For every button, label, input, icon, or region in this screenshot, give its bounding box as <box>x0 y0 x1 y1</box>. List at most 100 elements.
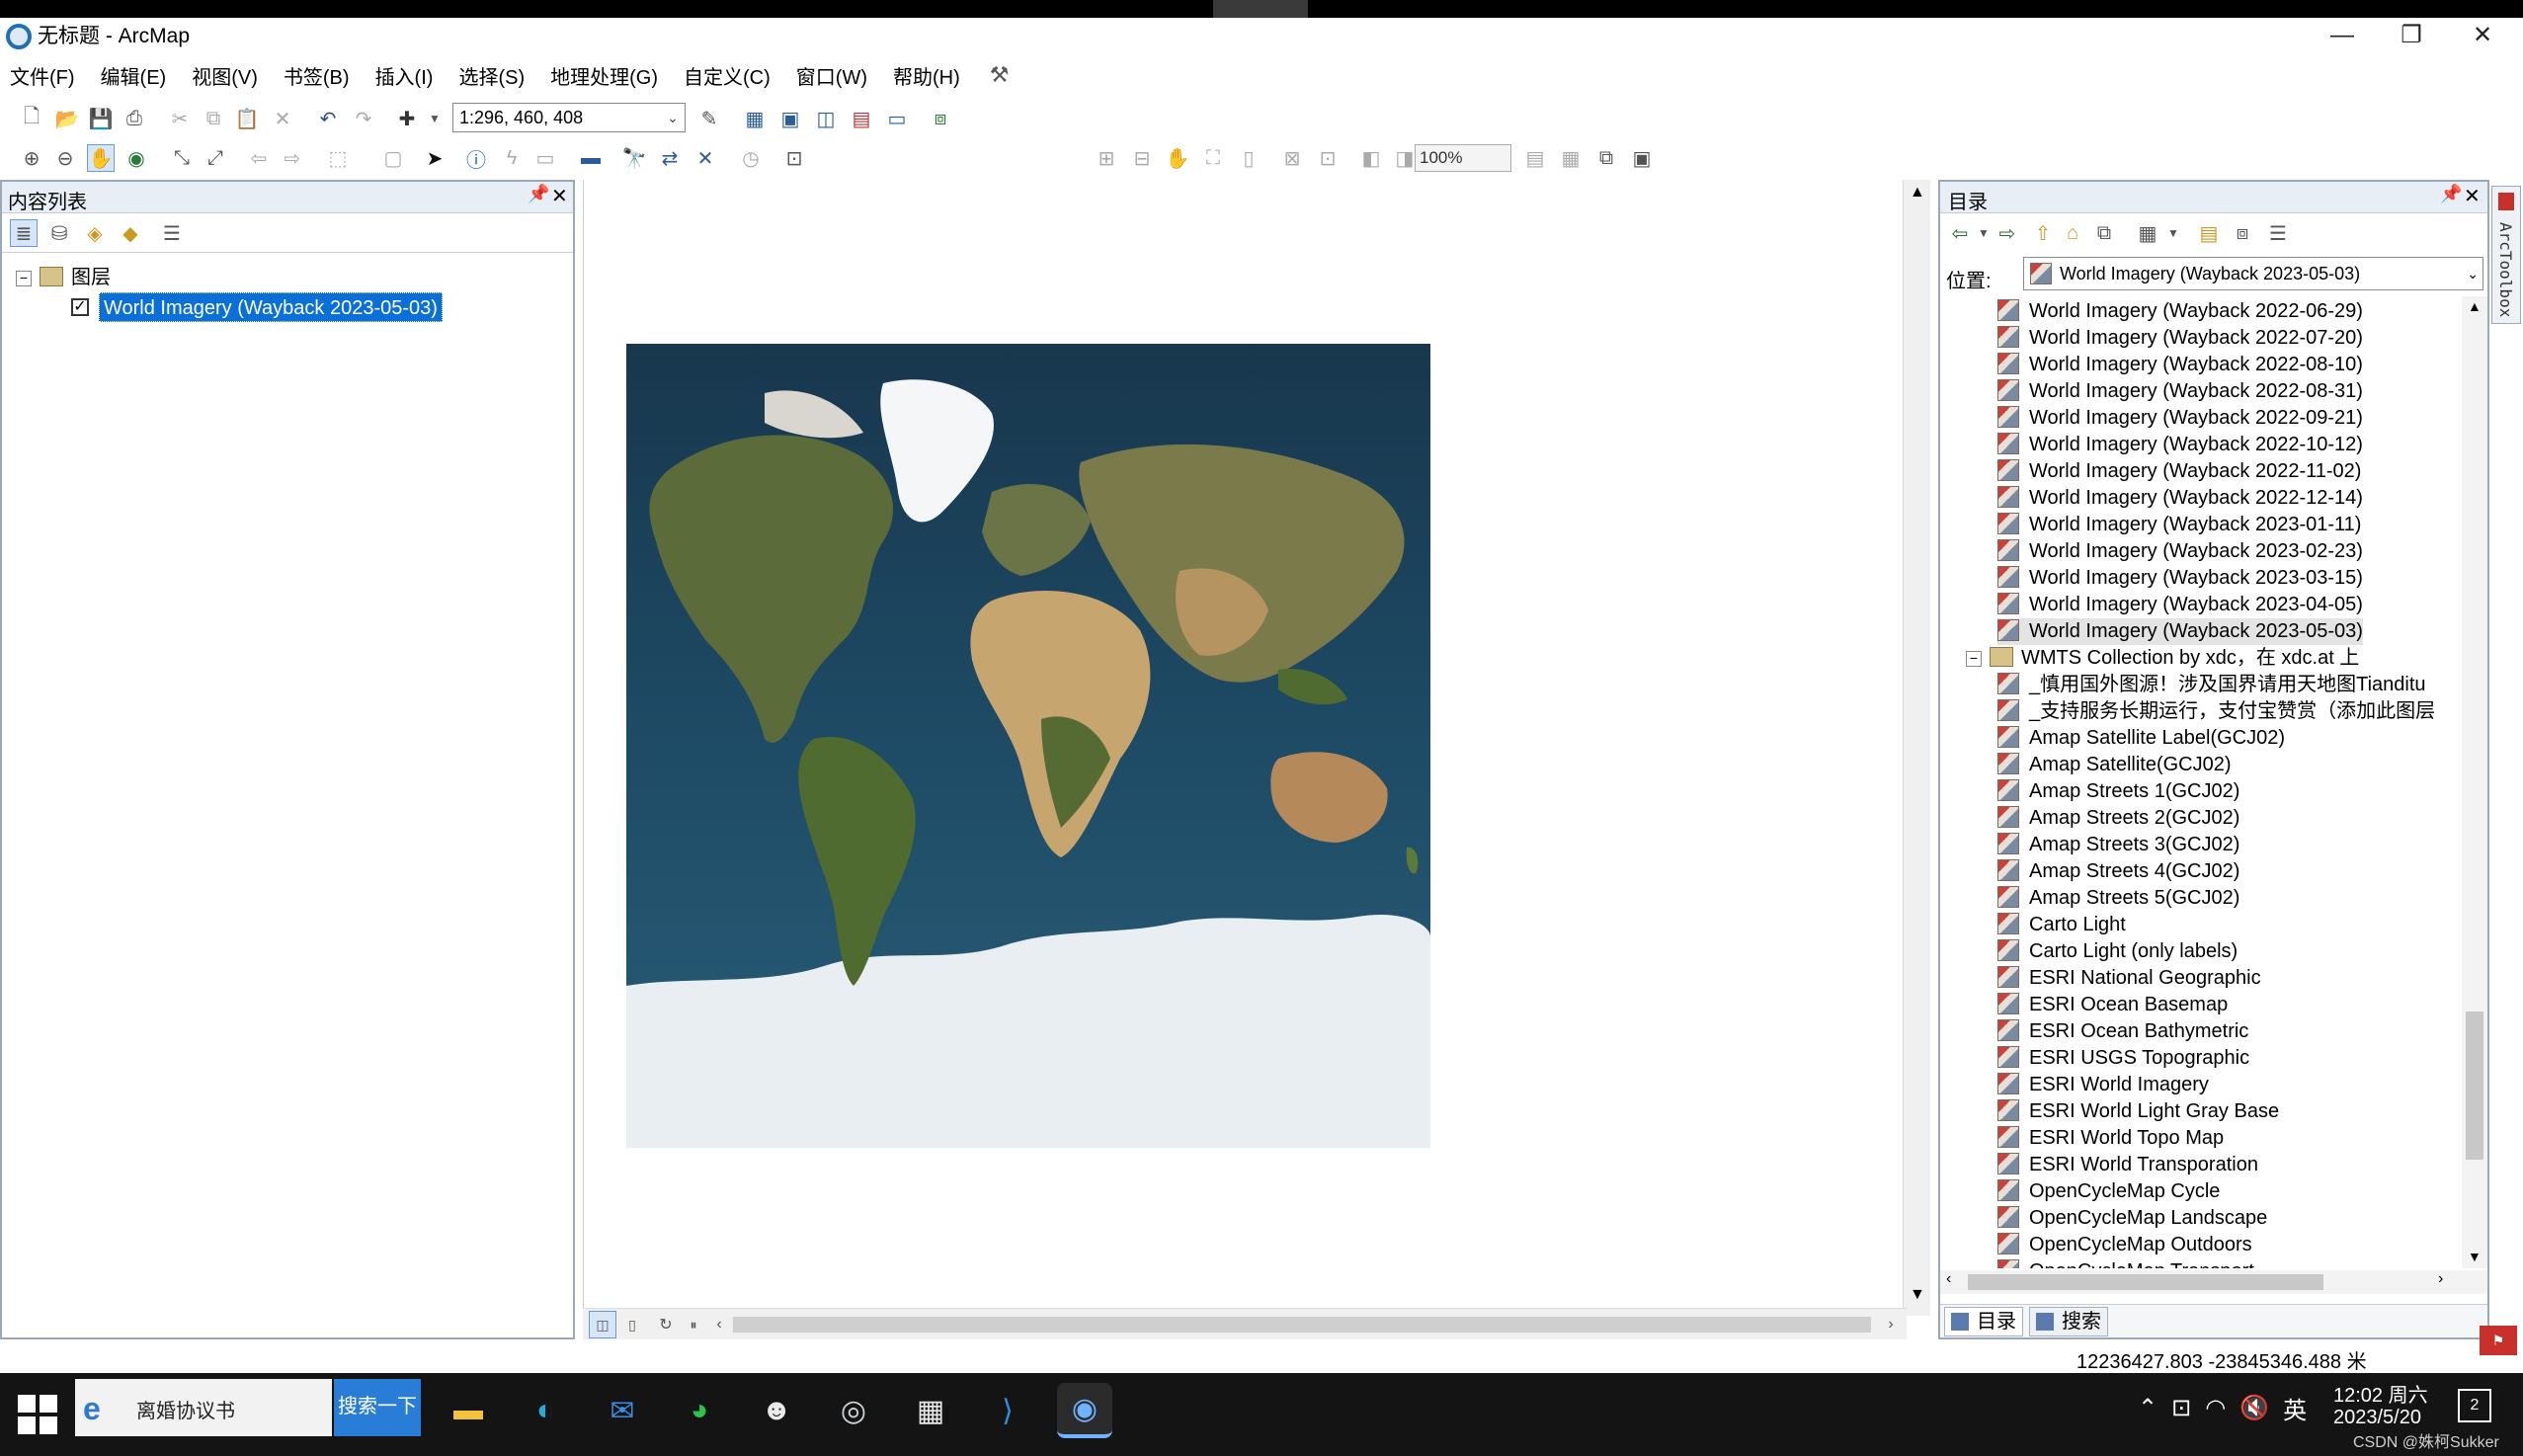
forward-icon[interactable]: ⇨ <box>1994 219 2021 247</box>
find-icon[interactable]: 🔭 <box>620 144 648 172</box>
tree-item[interactable]: World Imagery (Wayback 2022-10-12) <box>1997 432 2363 458</box>
connect-folder-icon[interactable]: ⧉ <box>2090 219 2118 247</box>
menu-geoprocessing[interactable]: 地理处理(G) <box>550 61 658 90</box>
tab-catalog[interactable]: 目录 <box>1944 1307 2023 1336</box>
pin-icon[interactable]: 📌 <box>2440 184 2462 204</box>
collapse-icon[interactable]: − <box>1966 651 1982 667</box>
views-dropdown-icon[interactable]: ▼ <box>2159 219 2187 247</box>
redo-icon[interactable]: ↷ <box>350 105 377 132</box>
map-horizontal-scroll-thumb[interactable] <box>733 1317 1871 1333</box>
tree-item[interactable]: World Imagery (Wayback 2023-04-05) <box>1997 592 2363 618</box>
volume-muted-icon[interactable]: 🔇 <box>2239 1394 2269 1422</box>
layout-zoom-in-icon[interactable]: ⊞ <box>1093 144 1120 172</box>
catalog-tree[interactable]: World Imagery (Wayback 2022-06-29) World… <box>1940 296 2462 1268</box>
tree-item[interactable]: ESRI World Light Gray Base <box>1997 1098 2279 1125</box>
menu-windows[interactable]: 窗口(W) <box>796 61 867 90</box>
chevron-down-icon[interactable]: ⌄ <box>663 106 683 129</box>
list-by-visibility-icon[interactable]: ◈ <box>81 219 109 247</box>
html-popup-icon[interactable]: ▭ <box>531 144 559 172</box>
minimize-button[interactable]: — <box>2308 18 2377 55</box>
tree-item[interactable]: World Imagery (Wayback 2023-03-15) <box>1997 565 2363 592</box>
tree-item[interactable]: Amap Streets 3(GCJ02) <box>1997 832 2239 858</box>
tab-search[interactable]: 搜索 <box>2029 1307 2108 1336</box>
search-window-icon[interactable]: ◫ <box>812 105 840 132</box>
close-button[interactable]: ✕ <box>2448 18 2517 55</box>
fixed-zoom-out-icon[interactable]: ⤢ <box>202 144 229 172</box>
tree-item[interactable]: ESRI Ocean Bathymetric <box>1997 1018 2248 1045</box>
network-icon[interactable]: ⊡ <box>2171 1394 2191 1422</box>
vscode-icon[interactable]: ⟩ <box>980 1383 1035 1438</box>
chevron-up-icon[interactable]: ⌃ <box>2138 1394 2157 1422</box>
model-builder-icon[interactable]: ⧈ <box>927 105 954 132</box>
location-input[interactable]: World Imagery (Wayback 2023-05-03) ⌄ <box>2023 257 2483 290</box>
tree-item[interactable]: ESRI World Imagery <box>1997 1072 2209 1098</box>
clock-date[interactable]: 2023/5/20 <box>2333 1407 2421 1429</box>
scroll-up-icon[interactable]: ▲ <box>2468 298 2482 314</box>
catalog-window-icon[interactable]: ▣ <box>776 105 804 132</box>
full-extent-icon[interactable]: ◉ <box>122 144 150 172</box>
tree-collection[interactable]: − WMTS Collection by xdc，在 xdc.at 上 <box>1966 645 2359 672</box>
tree-item[interactable]: Carto Light <box>1997 912 2126 938</box>
select-features-icon[interactable]: ⬚ <box>324 144 352 172</box>
pause-drawing-icon[interactable]: ⏸ <box>680 1311 707 1338</box>
tree-item[interactable]: World Imagery (Wayback 2022-08-31) <box>1997 378 2363 405</box>
qq-icon[interactable]: ☻ <box>749 1383 804 1438</box>
notification-icon[interactable]: 2 <box>2458 1389 2491 1422</box>
refresh-icon[interactable]: ↻ <box>652 1311 680 1338</box>
new-document-icon[interactable]: 🗋 <box>18 105 45 132</box>
taskbar-search-button[interactable]: 搜索一下 <box>334 1379 421 1436</box>
menu-help[interactable]: 帮助(H) <box>893 61 960 90</box>
arctoolbox-side-tab[interactable]: ArcToolbox <box>2491 186 2521 324</box>
tree-item[interactable]: OpenCycleMap Outdoors <box>1997 1232 2252 1258</box>
flag-icon[interactable]: ⚑ <box>2480 1326 2517 1355</box>
tree-item[interactable]: OpenCycleMap Cycle <box>1997 1178 2220 1205</box>
tree-item[interactable]: _慎用国外图源！涉及国界请用天地图Tianditu <box>1997 672 2426 698</box>
paste-icon[interactable]: 📋 <box>233 105 261 132</box>
list-by-selection-icon[interactable]: ◆ <box>117 219 144 247</box>
focus-data-frame-icon[interactable]: ▦ <box>1557 144 1585 172</box>
scroll-up-icon[interactable]: ▲ <box>1910 184 1925 202</box>
toggle-contents-icon[interactable]: ⧈ <box>2229 219 2256 247</box>
layers-group-row[interactable]: − 图层 <box>16 261 111 289</box>
create-viewer-icon[interactable]: ⊡ <box>780 144 808 172</box>
add-data-dropdown-icon[interactable]: ▼ <box>421 105 448 132</box>
add-data-icon[interactable]: ✚ <box>393 105 421 132</box>
find-route-icon[interactable]: ⇄ <box>656 144 684 172</box>
save-icon[interactable]: 💾 <box>87 105 115 132</box>
world-imagery-map[interactable] <box>626 344 1430 1148</box>
tree-item[interactable]: Amap Streets 1(GCJ02) <box>1997 778 2239 805</box>
tree-item[interactable]: ESRI USGS Topographic <box>1997 1045 2249 1072</box>
layer-visibility-checkbox[interactable]: ✓ <box>71 298 89 316</box>
close-icon[interactable]: ✕ <box>2464 184 2481 208</box>
tree-item[interactable]: _支持服务长期运行，支付宝赞赏（添加此图层 <box>1997 698 2435 725</box>
fixed-zoom-in-icon[interactable]: ⤡ <box>168 144 196 172</box>
list-by-source-icon[interactable]: ⛁ <box>45 219 73 247</box>
layout-zoom-out-icon[interactable]: ⊟ <box>1128 144 1156 172</box>
tree-item[interactable]: ESRI Ocean Basemap <box>1997 992 2228 1018</box>
tree-item[interactable]: Amap Streets 4(GCJ02) <box>1997 858 2239 885</box>
up-one-level-icon[interactable]: ⇧ <box>2029 219 2057 247</box>
edge-browser-icon[interactable]: ◐ <box>518 1383 573 1438</box>
options-icon[interactable]: ☰ <box>158 219 186 247</box>
layout-pan-icon[interactable]: ✋ <box>1164 144 1191 172</box>
forward-extent-icon[interactable]: ⇨ <box>279 144 306 172</box>
tree-item[interactable]: Amap Streets 2(GCJ02) <box>1997 805 2239 832</box>
editor-toolbar-icon[interactable]: ✎ <box>695 105 723 132</box>
fixed-layout-zoom-out-icon[interactable]: ⊡ <box>1314 144 1342 172</box>
tree-item[interactable]: World Imagery (Wayback 2022-12-14) <box>1997 485 2363 512</box>
maximize-button[interactable]: ❐ <box>2377 18 2446 55</box>
hyperlink-icon[interactable]: ϟ <box>498 144 526 172</box>
menu-edit[interactable]: 编辑(E) <box>101 61 167 90</box>
tree-item[interactable]: Amap Satellite Label(GCJ02) <box>1997 725 2285 752</box>
catalog-options-icon[interactable]: ☰ <box>2264 219 2292 247</box>
data-driven-pages-icon[interactable]: ▣ <box>1628 144 1656 172</box>
cut-icon[interactable]: ✂ <box>166 105 194 132</box>
tree-item[interactable]: OpenCycleMap Transport <box>1997 1258 2254 1268</box>
menu-selection[interactable]: 选择(S) <box>458 61 525 90</box>
delete-icon[interactable]: ✕ <box>269 105 296 132</box>
pin-icon[interactable]: 📌 <box>528 184 549 204</box>
tree-item-selected[interactable]: World Imagery (Wayback 2023-05-03) <box>1997 618 2363 645</box>
menu-bookmarks[interactable]: 书签(B) <box>284 61 350 90</box>
zoom-whole-page-icon[interactable]: ⛶ <box>1199 144 1227 172</box>
new-folder-icon[interactable]: ▤ <box>2195 219 2223 247</box>
